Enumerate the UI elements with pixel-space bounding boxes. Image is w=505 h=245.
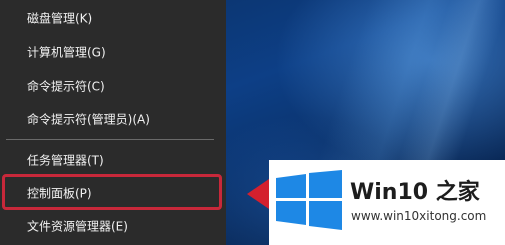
- menu-item-label: 磁盘管理(K): [27, 11, 93, 26]
- menu-item-command-prompt-admin[interactable]: 命令提示符(管理员)(A): [0, 101, 226, 137]
- menu-item-task-manager[interactable]: 任务管理器(T): [0, 142, 226, 178]
- menu-item-label: 任务管理器(T): [27, 153, 104, 168]
- menu-item-label: 命令提示符(管理员)(A): [27, 112, 150, 127]
- menu-item-label: 命令提示符(C): [27, 79, 105, 94]
- watermark-url: www.win10xitong.com: [351, 209, 487, 223]
- menu-item-computer-management[interactable]: 计算机管理(G): [0, 34, 226, 70]
- menu-separator: [6, 139, 214, 140]
- menu-item-disk-management[interactable]: 磁盘管理(K): [0, 0, 226, 36]
- menu-item-command-prompt[interactable]: 命令提示符(C): [0, 68, 226, 104]
- control-panel-highlight-box: [2, 174, 222, 210]
- windows-logo-icon: [276, 170, 342, 230]
- menu-item-file-explorer[interactable]: 文件资源管理器(E): [0, 208, 226, 244]
- pointer-arrow-icon: [247, 179, 269, 209]
- menu-item-label: 文件资源管理器(E): [27, 219, 128, 234]
- watermark-brand: Win10 之家: [350, 180, 480, 205]
- menu-item-label: 计算机管理(G): [27, 45, 106, 60]
